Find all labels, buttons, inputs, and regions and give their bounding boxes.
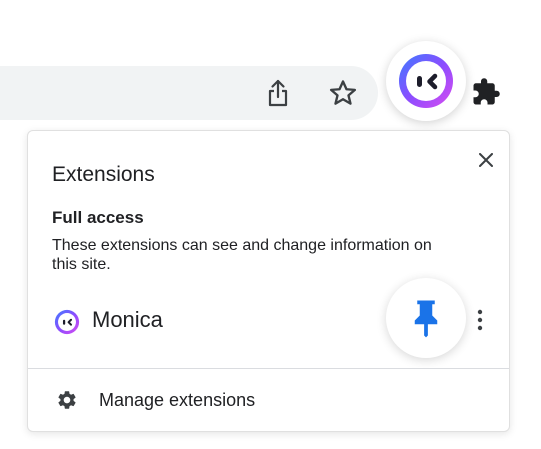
share-button[interactable] <box>261 76 295 110</box>
share-icon <box>268 79 288 107</box>
panel-title: Extensions <box>52 163 155 186</box>
monica-extension-button[interactable] <box>386 41 466 121</box>
manage-extensions-button[interactable]: Manage extensions <box>28 369 509 431</box>
monica-logo-icon <box>399 54 453 108</box>
close-icon <box>479 153 493 167</box>
full-access-heading: Full access <box>52 208 144 227</box>
full-access-description: These extensions can see and change info… <box>52 237 432 273</box>
manage-extensions-label: Manage extensions <box>99 390 256 410</box>
extensions-menu: Extensions Full access These extensions … <box>27 130 510 432</box>
monica-icon <box>54 309 80 335</box>
bookmark-button[interactable] <box>326 76 360 110</box>
gear-icon <box>58 391 76 409</box>
close-button[interactable] <box>475 149 497 171</box>
pin-button[interactable] <box>386 278 466 358</box>
star-icon <box>329 80 357 105</box>
extension-name[interactable]: Monica <box>92 307 163 333</box>
pin-icon <box>414 300 438 338</box>
more-options-button[interactable] <box>470 307 490 333</box>
more-vert-icon <box>477 309 483 331</box>
extensions-button[interactable] <box>469 75 503 109</box>
puzzle-icon <box>473 78 500 105</box>
omnibox[interactable] <box>0 66 378 120</box>
